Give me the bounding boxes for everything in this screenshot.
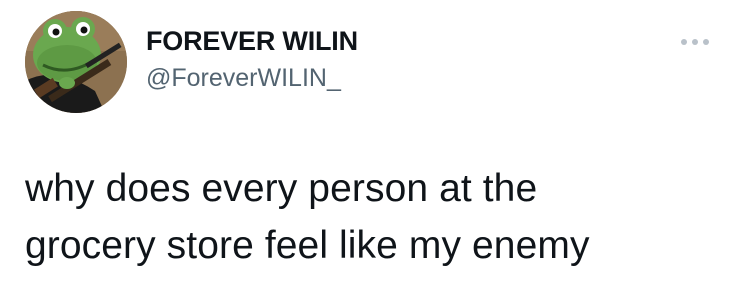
more-options-button[interactable] — [678, 32, 712, 52]
more-options-icon — [681, 39, 709, 45]
tweet-card: FOREVER WILIN @ForeverWILIN_ why does ev… — [0, 0, 743, 292]
avatar[interactable] — [25, 11, 127, 113]
tweet-text-line: grocery store feel like my enemy — [25, 224, 590, 267]
frog-avatar-icon — [25, 11, 127, 113]
display-name[interactable]: FOREVER WILIN — [146, 26, 358, 57]
tweet-text: why does every person at the grocery sto… — [25, 160, 725, 274]
tweet-text-line: why does every person at the — [25, 167, 538, 210]
user-handle[interactable]: @ForeverWILIN_ — [146, 64, 341, 93]
